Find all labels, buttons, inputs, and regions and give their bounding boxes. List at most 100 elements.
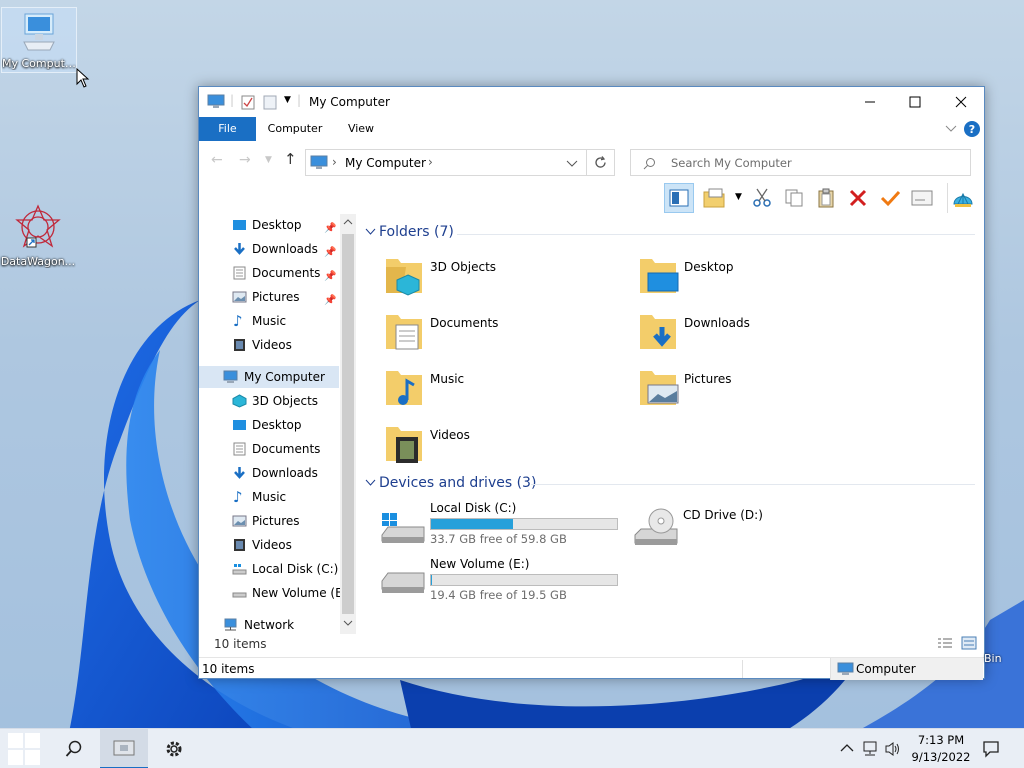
help-icon[interactable]: ? [963,120,981,138]
nav-item-downloads[interactable]: Downloads [199,462,339,484]
nav-item-3d-objects[interactable]: 3D Objects [199,390,339,412]
recycle-bin-label-partial[interactable]: Bin [984,652,1002,665]
tab-view[interactable]: View [336,117,386,141]
cut-button[interactable] [747,183,777,213]
desktop-icon-my-computer[interactable]: My Computer [1,7,77,73]
up-button[interactable]: ↑ [284,150,297,168]
computer-icon [113,740,135,756]
folder-label: Documents [430,316,499,330]
scroll-down-icon[interactable] [343,619,353,627]
nav-item-videos[interactable]: Videos [199,534,339,556]
folders-group-header[interactable]: Folders (7) [365,224,454,240]
chevron-down-icon[interactable] [566,160,578,168]
nav-item-label: Documents [252,442,321,456]
paste-button[interactable] [811,183,841,213]
mail-button[interactable] [907,183,937,213]
drive-cd-d[interactable]: CD Drive (D:) [633,501,883,551]
nav-item-desktop[interactable]: Desktop 📌 [199,214,339,236]
nav-item-downloads[interactable]: Downloads 📌 [199,238,339,260]
maximize-button[interactable] [892,87,938,117]
taskbar-settings-button[interactable] [150,729,198,768]
toolbar: ▼ [659,183,985,213]
drive-usage-bar [430,574,618,586]
back-button[interactable]: ← [211,152,223,168]
nav-item-music[interactable]: ♪ Music [199,486,339,508]
properties-button[interactable] [699,183,729,213]
nav-item-label: Music [252,490,287,504]
nav-item-documents[interactable]: Documents 📌 [199,262,339,284]
folder-documents-icon [386,315,422,350]
pictures-icon [232,291,247,303]
refresh-button[interactable] [587,149,615,176]
folder-documents[interactable]: Documents [384,311,614,361]
nav-item-desktop[interactable]: Desktop [199,414,339,436]
drives-group-header[interactable]: Devices and drives (3) [365,475,536,491]
search-box[interactable]: Search My Computer [630,149,971,176]
copy-button[interactable] [779,183,809,213]
folder-label: Pictures [684,372,732,386]
tab-file[interactable]: File [199,117,256,141]
tab-computer[interactable]: Computer [259,117,331,141]
recent-locations-button[interactable]: ▼ [265,155,272,165]
computer-icon [223,370,238,383]
chevron-down-icon[interactable] [945,125,957,133]
search-button[interactable] [50,729,98,768]
folder-videos[interactable]: Videos [384,423,614,473]
new-folder-qat-icon[interactable] [263,95,277,110]
taskbar-explorer-button[interactable] [100,729,148,768]
folder-desktop[interactable]: Desktop [638,255,868,305]
breadcrumb-chevron-icon[interactable]: › [428,155,433,169]
3d-objects-icon [232,394,247,408]
folder-pictures[interactable]: Pictures [638,367,868,417]
preview-pane-button[interactable] [664,183,694,213]
nav-item-network[interactable]: Network [199,614,339,636]
folder-music-icon [386,371,422,405]
scroll-up-icon[interactable] [343,218,353,226]
folder-downloads[interactable]: Downloads [638,311,868,361]
downloads-icon [234,243,245,255]
network-icon[interactable] [862,741,880,757]
large-icons-view-icon[interactable] [961,636,977,650]
delete-button[interactable] [843,183,873,213]
chevron-down-icon [365,228,376,235]
nav-item-pictures[interactable]: Pictures 📌 [199,286,339,308]
minimize-button[interactable] [847,87,893,117]
drives-group-title: Devices and drives (3) [379,475,537,491]
datawagon-logo-icon [15,204,61,248]
rename-button[interactable] [875,183,905,213]
nav-item-videos[interactable]: Videos [199,334,339,356]
drive-local-disk-c[interactable]: Local Disk (C:) 33.7 GB free of 59.8 GB [380,501,630,551]
notifications-icon[interactable] [982,740,1000,758]
windows-start-icon [8,733,40,765]
qat-dropdown-icon[interactable]: ▼ [284,95,291,105]
nav-pane-scrollbar[interactable] [340,214,356,634]
nav-item-local-disk-c[interactable]: Local Disk (C:) [199,558,339,580]
breadcrumb-my-computer[interactable]: My Computer [345,156,426,170]
forward-button[interactable]: → [239,152,251,168]
nav-item-my-computer[interactable]: My Computer [199,366,339,388]
details-view-icon[interactable] [937,637,953,649]
nav-item-new-volume-e[interactable]: New Volume (E:) [199,582,351,604]
drive-new-volume-e[interactable]: New Volume (E:) 19.4 GB free of 19.5 GB [380,557,630,607]
nav-item-documents[interactable]: Documents [199,438,339,460]
computer-icon [207,94,225,108]
start-button[interactable] [0,729,48,768]
title-bar[interactable]: | ▼ | My Computer [199,87,984,117]
nav-item-label: Pictures [252,514,300,528]
properties-qat-icon[interactable] [241,95,255,110]
drive-name: New Volume (E:) [430,557,530,571]
folder-3d-objects[interactable]: 3D Objects [384,255,614,305]
address-bar[interactable]: › My Computer › [305,149,587,176]
clock[interactable]: 7:13 PM 9/13/2022 [896,732,986,766]
folder-music[interactable]: Music [384,367,614,417]
chevron-up-icon[interactable] [840,743,854,753]
computer-icon [837,662,854,675]
close-button[interactable] [938,87,984,117]
properties-dropdown-icon[interactable]: ▼ [735,192,742,202]
nav-item-pictures[interactable]: Pictures [199,510,339,532]
breadcrumb-chevron-icon[interactable]: › [332,155,337,169]
scrollbar-thumb[interactable] [342,234,354,614]
desktop-icon-datawagon[interactable]: DataWagon... [0,204,76,268]
shell-button[interactable] [947,183,977,213]
nav-item-music[interactable]: ♪ Music [199,310,339,332]
